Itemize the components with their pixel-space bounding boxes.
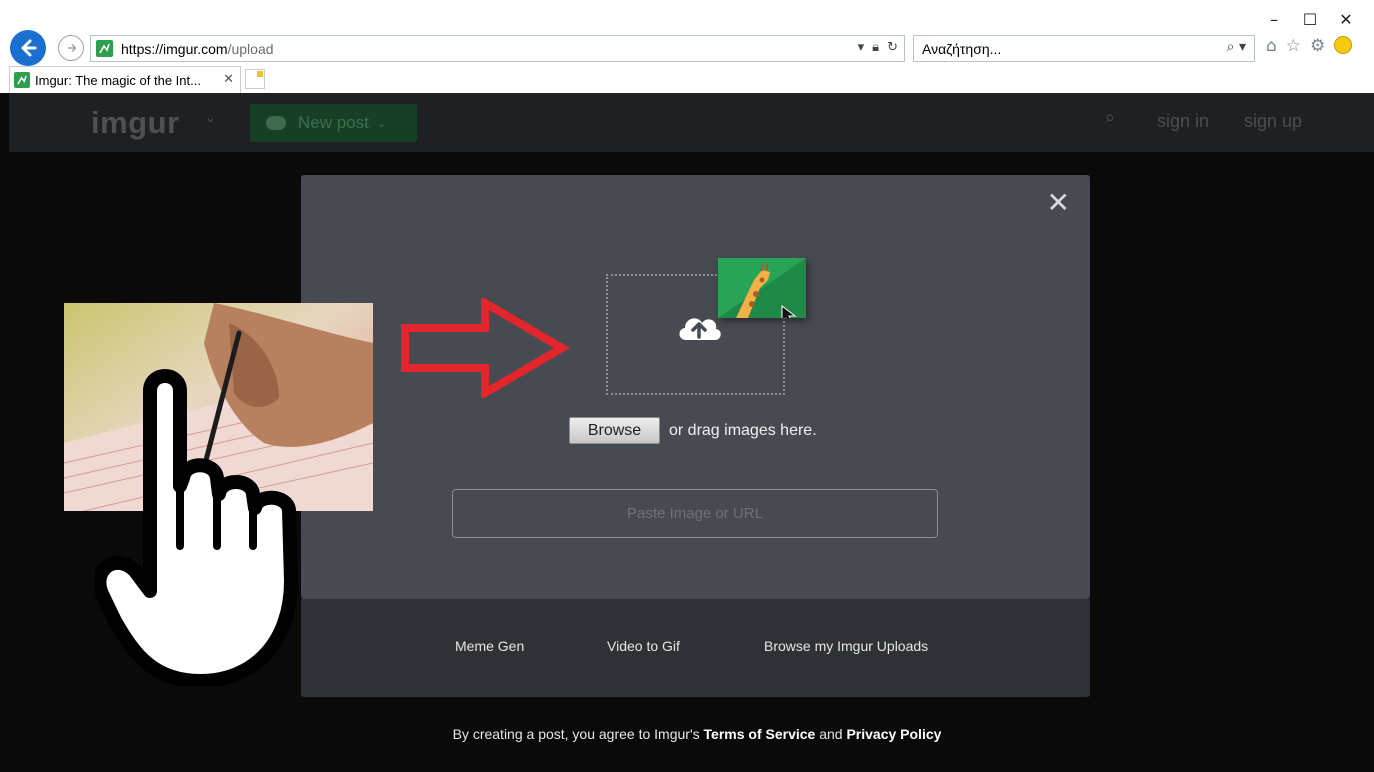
home-icon[interactable]: ⌂ — [1266, 36, 1277, 56]
minimize-button[interactable]: – — [1256, 6, 1292, 32]
close-window-button[interactable]: ✕ — [1328, 6, 1364, 32]
browse-uploads-link[interactable]: Browse my Imgur Uploads — [764, 638, 928, 654]
smiley-icon[interactable] — [1334, 36, 1353, 54]
browser-search-box[interactable]: Αναζήτηση... ⌕ ▾ — [913, 35, 1255, 62]
chevron-down-icon: ⌄ — [376, 116, 387, 130]
dragged-image-thumbnail — [718, 258, 806, 318]
address-bar[interactable]: https://imgur.com/upload ▾ 🔒︎ ↻ — [90, 35, 905, 62]
dropdown-icon[interactable]: ▾ — [858, 40, 865, 55]
imgur-page: imgur ⌄ New post ⌄ ⌕ sign in sign up ✕ B… — [0, 93, 1374, 772]
chevron-down-icon[interactable]: ⌄ — [205, 111, 216, 126]
meme-gen-link[interactable]: Meme Gen — [455, 638, 524, 654]
tab-favicon-icon — [14, 72, 30, 88]
url-path: /upload — [227, 40, 274, 57]
paste-url-placeholder: Paste Image or URL — [627, 505, 763, 522]
video-to-gif-link[interactable]: Video to Gif — [607, 638, 680, 654]
browse-row: Browse or drag images here. — [569, 417, 817, 444]
forward-arrow-icon — [68, 43, 77, 53]
close-icon[interactable]: ✕ — [1047, 189, 1070, 217]
new-post-button[interactable]: New post ⌄ — [250, 104, 417, 142]
tab-imgur[interactable]: Imgur: The magic of the Int... ✕ — [9, 66, 241, 93]
gear-icon[interactable]: ⚙ — [1310, 36, 1325, 56]
new-tab-button[interactable] — [245, 69, 265, 89]
cloud-upload-icon — [674, 310, 724, 344]
new-post-label: New post — [298, 113, 369, 132]
back-arrow-icon — [21, 39, 37, 57]
site-favicon-icon — [96, 40, 113, 57]
giraffe-icon — [718, 258, 806, 318]
address-bar-actions: ▾ 🔒︎ ↻ — [858, 40, 898, 55]
lock-icon[interactable]: 🔒︎ — [872, 40, 879, 55]
search-icon[interactable]: ⌕ ▾ — [1227, 39, 1246, 55]
terms-and: and — [819, 726, 843, 742]
privacy-policy-link[interactable]: Privacy Policy — [846, 726, 941, 742]
browser-search-placeholder: Αναζήτηση... — [922, 40, 1002, 57]
cloud-upload-icon — [266, 116, 286, 130]
terms-notice: By creating a post, you agree to Imgur's… — [0, 726, 1374, 742]
imgur-topbar: imgur ⌄ New post ⌄ ⌕ sign in sign up — [9, 93, 1374, 152]
forward-button[interactable] — [58, 35, 84, 61]
terms-of-service-link[interactable]: Terms of Service — [704, 726, 816, 742]
browse-button[interactable]: Browse — [569, 417, 660, 444]
search-icon[interactable]: ⌕ — [1105, 107, 1115, 128]
browser-toolbar-icons: ⌂ ☆ ⚙ — [1266, 36, 1353, 56]
sign-in-link[interactable]: sign in — [1157, 111, 1209, 132]
refresh-icon[interactable]: ↻ — [887, 40, 898, 55]
tab-bar: Imgur: The magic of the Int... ✕ — [0, 66, 1374, 93]
red-arrow-icon — [401, 298, 570, 398]
imgur-logo[interactable]: imgur — [91, 105, 180, 141]
star-icon[interactable]: ☆ — [1286, 36, 1301, 56]
tab-title: Imgur: The magic of the Int... — [35, 72, 201, 88]
url-host: https://imgur.com — [121, 40, 228, 57]
drag-hint: or drag images here. — [669, 421, 817, 439]
terms-prefix: By creating a post, you agree to Imgur's — [452, 726, 700, 742]
url-text: https://imgur.com/upload — [121, 41, 274, 57]
back-button[interactable] — [10, 30, 46, 66]
window-controls: – ☐ ✕ — [1256, 6, 1364, 32]
maximize-button[interactable]: ☐ — [1292, 6, 1328, 32]
tab-close-icon[interactable]: ✕ — [223, 72, 234, 87]
hand-pointer-icon — [95, 369, 298, 686]
browser-chrome: – ☐ ✕ https://imgur.com/upload ▾ 🔒︎ ↻ Αν… — [0, 0, 1374, 93]
sign-up-link[interactable]: sign up — [1244, 111, 1302, 132]
upload-modal-footer: Meme Gen Video to Gif Browse my Imgur Up… — [301, 599, 1090, 697]
paste-url-input[interactable]: Paste Image or URL — [452, 489, 938, 538]
